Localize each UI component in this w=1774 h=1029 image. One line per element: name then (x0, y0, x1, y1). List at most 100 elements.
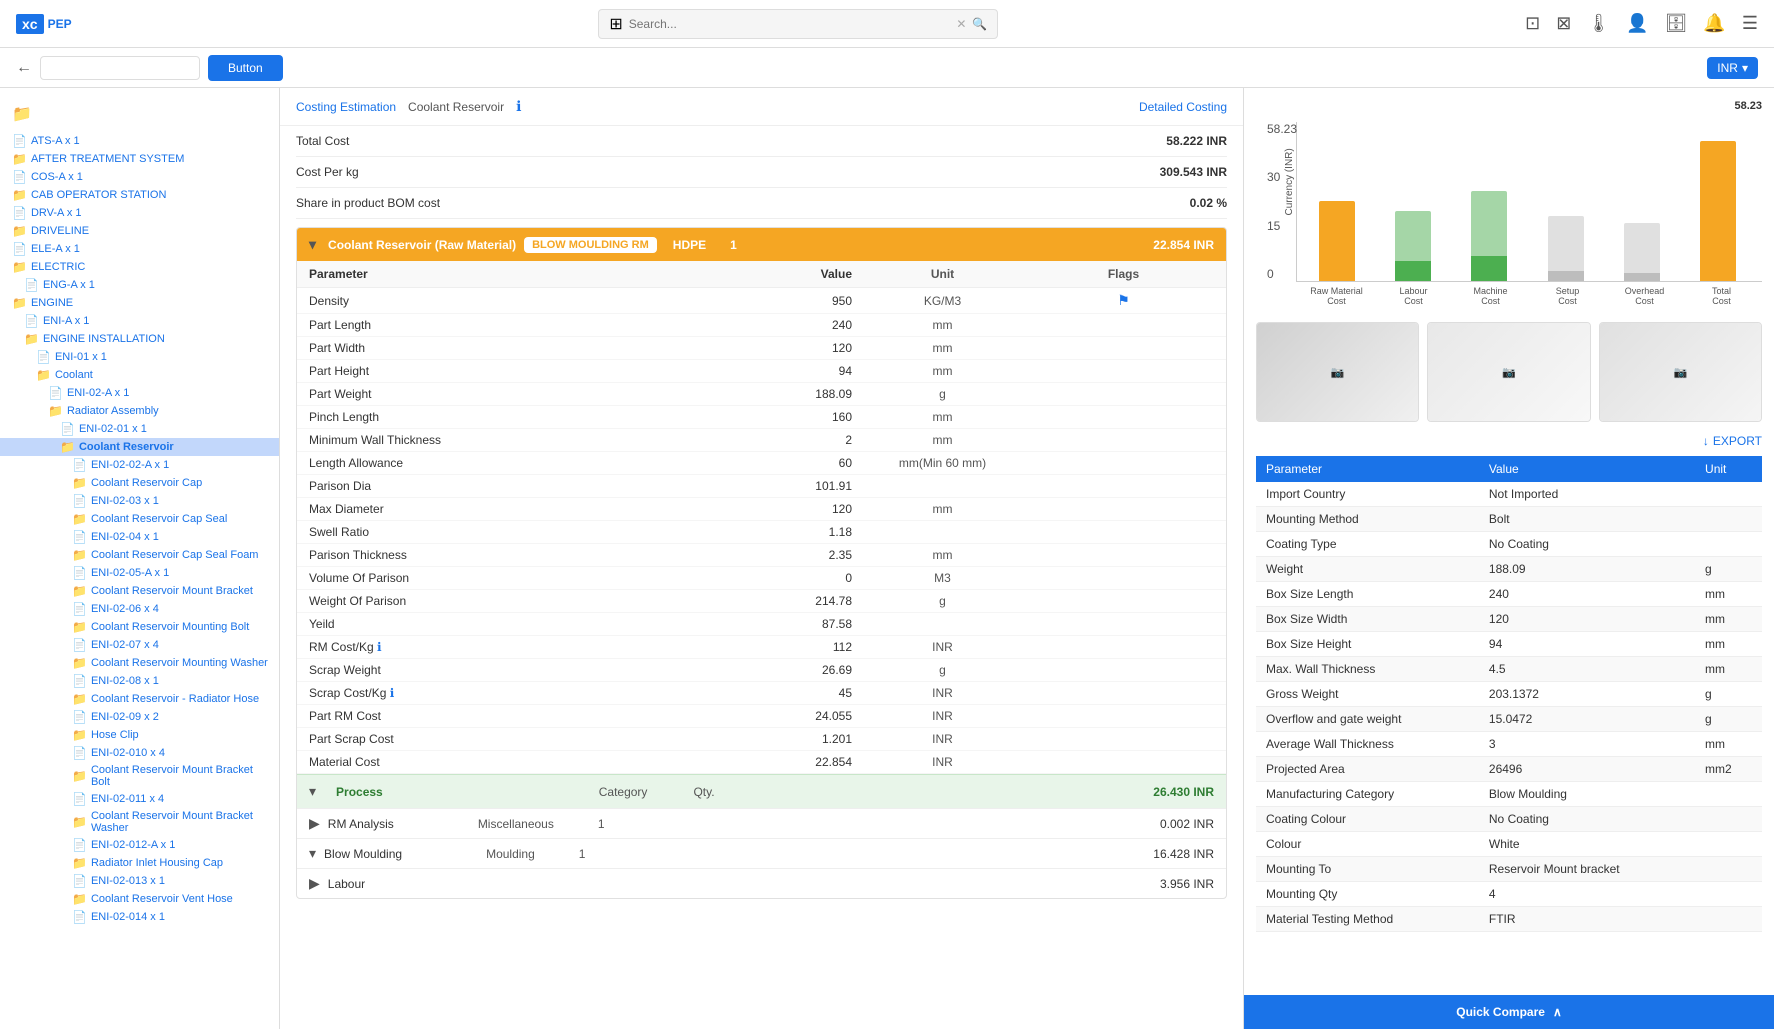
sidebar-item-eni-02-02-a[interactable]: 📄ENI-02-02-A x 1 (0, 456, 279, 474)
sidebar-item-coolant-reservoir-cap-seal-foam[interactable]: 📁Coolant Reservoir Cap Seal Foam (0, 546, 279, 564)
search-icon[interactable]: 🔍 (972, 17, 987, 31)
sidebar-label: Coolant Reservoir Cap Seal Foam (91, 549, 259, 561)
process-qty-label: Qty. (693, 785, 714, 799)
sidebar-item-coolant-reservoir-vent-hose[interactable]: 📁Coolant Reservoir Vent Hose (0, 890, 279, 908)
sidebar-item-coolant-reservoir-cap[interactable]: 📁Coolant Reservoir Cap (0, 474, 279, 492)
sidebar-item-after-treatment[interactable]: 📁AFTER TREATMENT SYSTEM (0, 150, 279, 168)
bom-header[interactable]: ▾ Coolant Reservoir (Raw Material) BLOW … (297, 228, 1226, 261)
detailed-costing-btn[interactable]: Detailed Costing (1139, 100, 1227, 114)
part-number-input[interactable] (40, 56, 200, 80)
sidebar-label: ENI-02-A x 1 (67, 387, 129, 399)
folder-icon: 📁 (72, 856, 87, 870)
breadcrumb-costing[interactable]: Costing Estimation (296, 100, 396, 114)
sidebar-item-drv-a[interactable]: 📄DRV-A x 1 (0, 204, 279, 222)
sidebar-item-cos-a[interactable]: 📄COS-A x 1 (0, 168, 279, 186)
subprocess-expand-icon[interactable]: ▶ (309, 815, 320, 832)
search-input[interactable] (629, 17, 957, 31)
sidebar-item-ats-a[interactable]: 📄ATS-A x 1 (0, 132, 279, 150)
sidebar-label: ATS-A x 1 (31, 135, 80, 147)
sidebar-item-eni-02-a[interactable]: 📄ENI-02-A x 1 (0, 384, 279, 402)
database-icon[interactable]: 🗄 (1665, 13, 1688, 34)
process-expand-icon[interactable]: ▾ (309, 783, 316, 800)
user-icon[interactable]: 👤 (1626, 13, 1648, 34)
thumbnail-2[interactable]: 📷 (1427, 322, 1590, 422)
sidebar-item-eni-02-04[interactable]: 📄ENI-02-04 x 1 (0, 528, 279, 546)
file-icon: 📄 (72, 838, 87, 852)
sidebar-item-ele-a[interactable]: 📄ELE-A x 1 (0, 240, 279, 258)
back-button[interactable]: ← (16, 59, 32, 77)
currency-dropdown[interactable]: INR ▾ (1707, 57, 1758, 79)
subprocess-expand-icon[interactable]: ▶ (309, 875, 320, 892)
top-nav: xc PEP ⊞ ✕ 🔍 ⊡ ⊠ 🌡 👤 🗄 🔔 ☰ (0, 0, 1774, 48)
sidebar-item-radiator-assembly[interactable]: 📁Radiator Assembly (0, 402, 279, 420)
bom-expand-icon[interactable]: ▾ (309, 236, 316, 253)
sidebar-item-eni-02-05-a[interactable]: 📄ENI-02-05-A x 1 (0, 564, 279, 582)
sidebar-item-eni-02-03[interactable]: 📄ENI-02-03 x 1 (0, 492, 279, 510)
param-name: Pinch Length (309, 410, 671, 424)
info-icon[interactable]: ℹ (516, 98, 521, 115)
sidebar-item-eni-02-09[interactable]: 📄ENI-02-09 x 2 (0, 708, 279, 726)
table-row: Swell Ratio 1.18 (297, 521, 1226, 544)
sidebar-item-engine-installation[interactable]: 📁ENGINE INSTALLATION (0, 330, 279, 348)
camera-icon[interactable]: ⊡ (1525, 13, 1540, 34)
sidebar-label: ENI-02-04 x 1 (91, 531, 159, 543)
sidebar-item-eni-02-012-a[interactable]: 📄ENI-02-012-A x 1 (0, 836, 279, 854)
sidebar-label: ENI-02-010 x 4 (91, 747, 165, 759)
param-name: Part Width (309, 341, 671, 355)
sidebar-item-eni-02-010[interactable]: 📄ENI-02-010 x 4 (0, 744, 279, 762)
sidebar-item-electric[interactable]: 📁ELECTRIC (0, 258, 279, 276)
sidebar-item-driveline[interactable]: 📁DRIVELINE (0, 222, 279, 240)
quick-compare-bar[interactable]: Quick Compare ∧ (1244, 995, 1774, 1029)
info-icon[interactable]: ℹ (390, 686, 395, 700)
sidebar-label: ENI-01 x 1 (55, 351, 107, 363)
param-value: 24.055 (671, 709, 852, 723)
sidebar-item-cab-operator[interactable]: 📁CAB OPERATOR STATION (0, 186, 279, 204)
clear-search-icon[interactable]: ✕ (956, 17, 966, 31)
compare-icon[interactable]: ⊠ (1556, 13, 1571, 34)
sidebar-item-hose-clip[interactable]: 📁Hose Clip (0, 726, 279, 744)
sidebar-item-coolant-reservoir-mount-bracket[interactable]: 📁Coolant Reservoir Mount Bracket (0, 582, 279, 600)
search-bar[interactable]: ⊞ ✕ 🔍 (598, 9, 998, 39)
sidebar-item-engine[interactable]: 📁ENGINE (0, 294, 279, 312)
action-button[interactable]: Button (208, 55, 283, 81)
logo-text: PEP (48, 17, 72, 31)
sidebar-item-coolant-reservoir-radiator-hose[interactable]: 📁Coolant Reservoir - Radiator Hose (0, 690, 279, 708)
sidebar-item-eni-a[interactable]: 📄ENI-A x 1 (0, 312, 279, 330)
machine-bar-bottom (1471, 256, 1507, 281)
bell-icon[interactable]: 🔔 (1703, 13, 1725, 34)
sidebar-item-coolant-reservoir-mounting-washer[interactable]: 📁Coolant Reservoir Mounting Washer (0, 654, 279, 672)
sidebar-item-coolant-reservoir-mount-bracket-bolt[interactable]: 📁Coolant Reservoir Mount Bracket Bolt (0, 762, 279, 790)
info-icon[interactable]: ℹ (377, 640, 382, 654)
sidebar-item-eni-02-011[interactable]: 📄ENI-02-011 x 4 (0, 790, 279, 808)
sidebar-item-eni-02-08[interactable]: 📄ENI-02-08 x 1 (0, 672, 279, 690)
info-value: No Coating (1479, 807, 1695, 832)
info-unit: g (1695, 682, 1762, 707)
folder-icon[interactable]: 📁 (12, 106, 32, 123)
sidebar-item-coolant-reservoir-mount-bracket-washer[interactable]: 📁Coolant Reservoir Mount Bracket Washer (0, 808, 279, 836)
sidebar-item-coolant-reservoir[interactable]: 📁Coolant Reservoir (0, 438, 279, 456)
sidebar-label: Coolant Reservoir Vent Hose (91, 893, 233, 905)
thumbnail-3[interactable]: 📷 (1599, 322, 1762, 422)
export-button[interactable]: ↓ EXPORT (1703, 434, 1762, 448)
thermometer-icon[interactable]: 🌡 (1587, 13, 1610, 34)
info-unit (1695, 507, 1762, 532)
sidebar-item-coolant-reservoir-cap-seal[interactable]: 📁Coolant Reservoir Cap Seal (0, 510, 279, 528)
table-row: Gross Weight 203.1372 g (1256, 682, 1762, 707)
sidebar-item-eni-02-07[interactable]: 📄ENI-02-07 x 4 (0, 636, 279, 654)
sidebar-item-eni-02-01[interactable]: 📄ENI-02-01 x 1 (0, 420, 279, 438)
sidebar-item-eni-01[interactable]: 📄ENI-01 x 1 (0, 348, 279, 366)
sidebar-item-eni-02-06[interactable]: 📄ENI-02-06 x 4 (0, 600, 279, 618)
info-unit: mm (1695, 607, 1762, 632)
subprocess-expand-icon[interactable]: ▾ (309, 845, 316, 862)
param-unit: mm (852, 364, 1033, 378)
sidebar-item-coolant-reservoir-mounting-bolt[interactable]: 📁Coolant Reservoir Mounting Bolt (0, 618, 279, 636)
sidebar-label: Coolant Reservoir Cap Seal (91, 513, 227, 525)
sidebar-item-eni-02-013[interactable]: 📄ENI-02-013 x 1 (0, 872, 279, 890)
thumbnail-1[interactable]: 📷 (1256, 322, 1419, 422)
menu-icon[interactable]: ☰ (1742, 13, 1758, 34)
sidebar-item-eni-02-014[interactable]: 📄ENI-02-014 x 1 (0, 908, 279, 926)
sidebar-item-eng-a[interactable]: 📄ENG-A x 1 (0, 276, 279, 294)
param-unit: KG/M3 (852, 294, 1033, 308)
sidebar-item-coolant[interactable]: 📁Coolant (0, 366, 279, 384)
sidebar-item-radiator-inlet-housing-cap[interactable]: 📁Radiator Inlet Housing Cap (0, 854, 279, 872)
